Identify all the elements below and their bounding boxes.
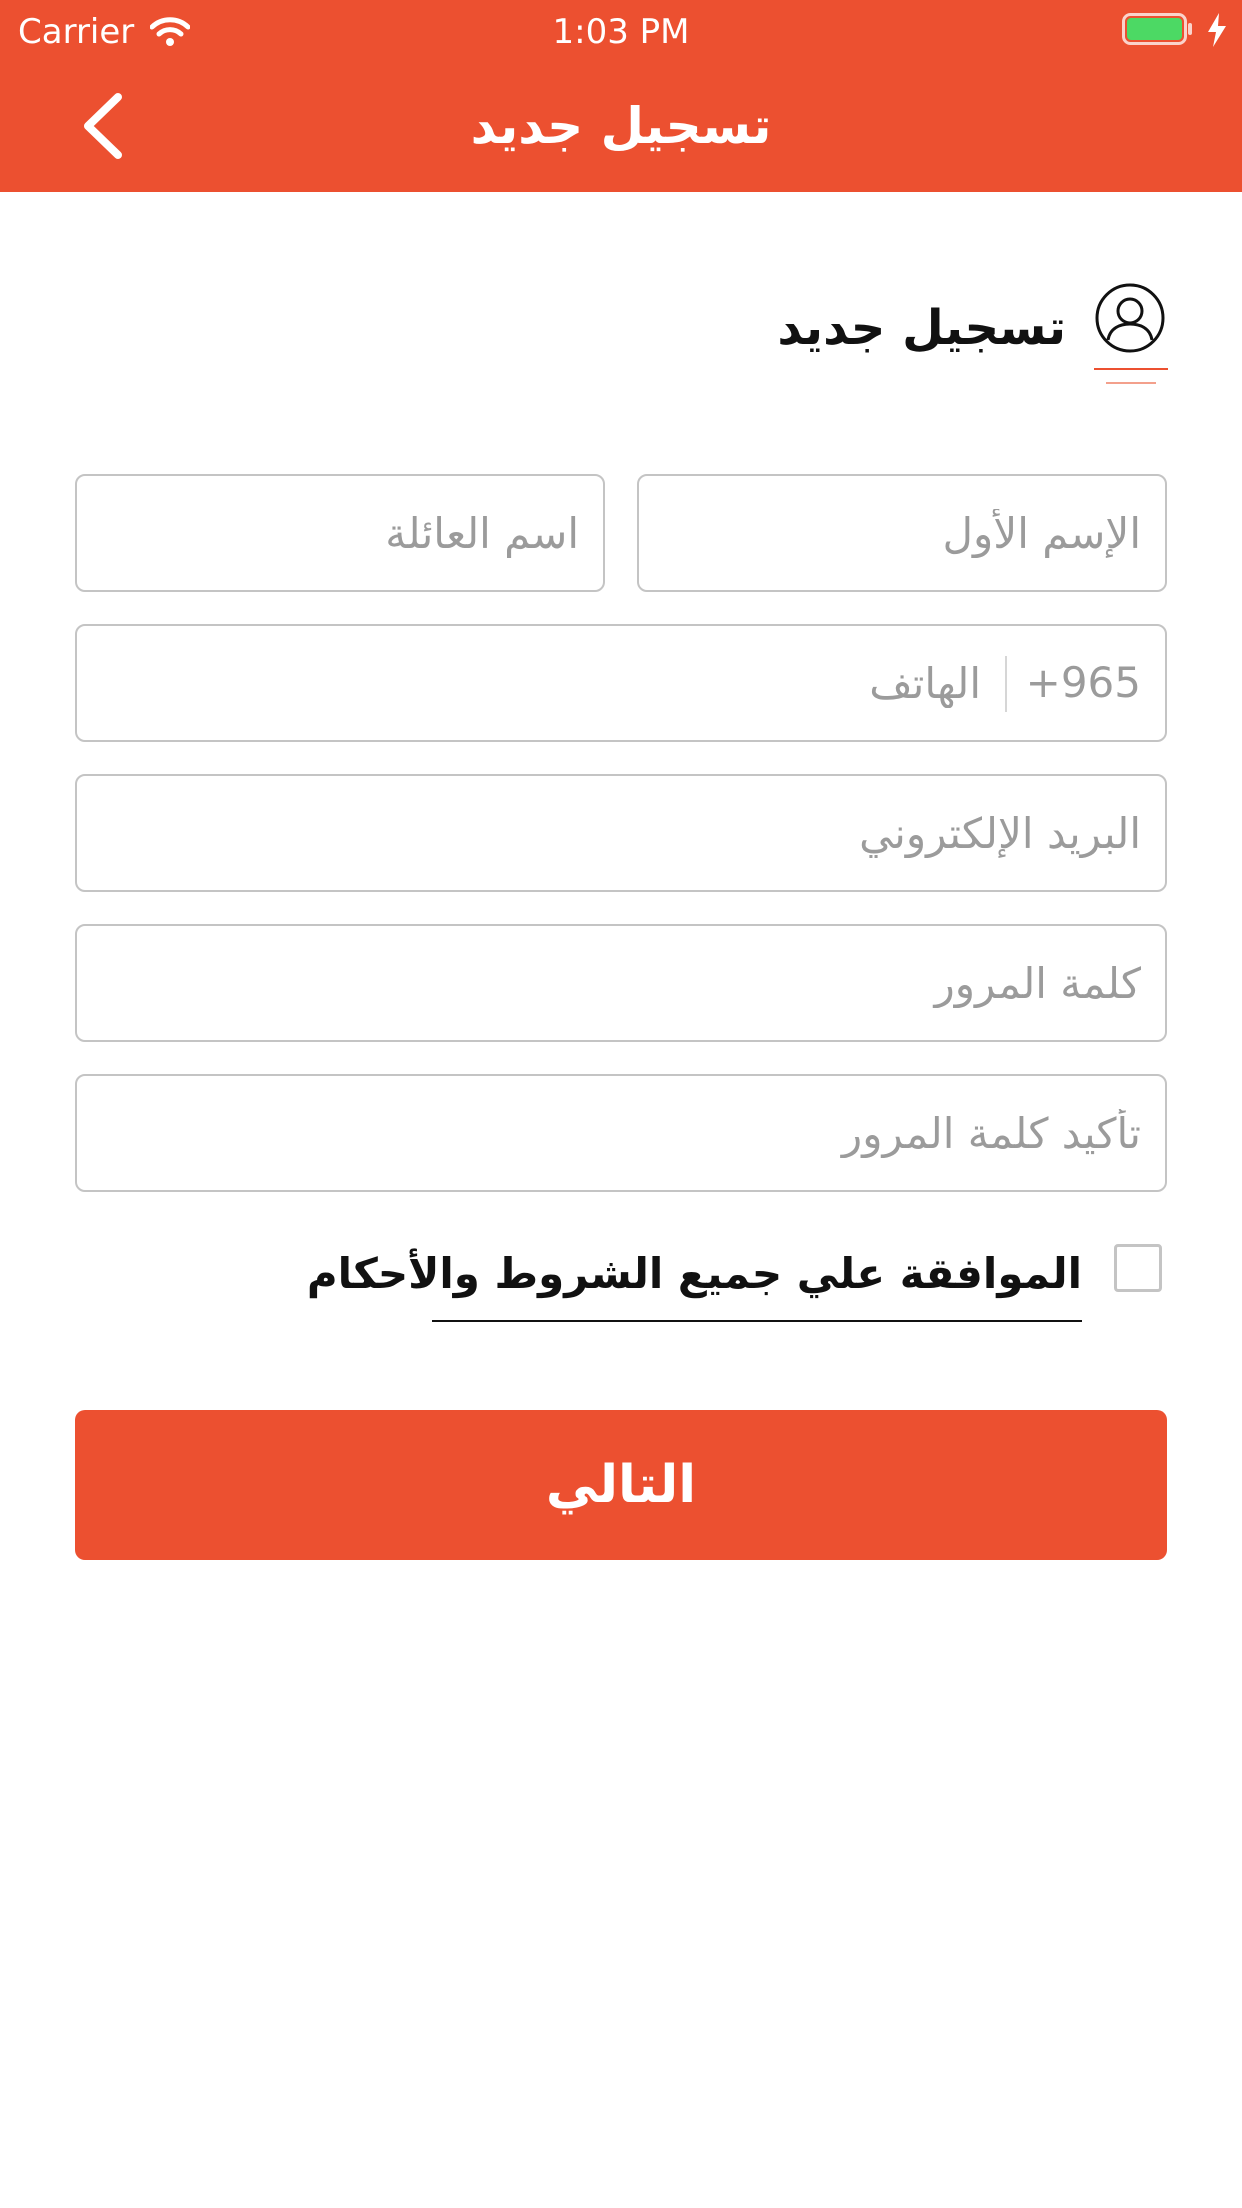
phone-field[interactable]: +965: [75, 624, 1167, 742]
nav-title: تسجيل جديد: [470, 97, 772, 155]
battery-icon: [1122, 13, 1192, 45]
section-title: تسجيل جديد: [777, 300, 1066, 356]
first-name-field[interactable]: [637, 474, 1167, 592]
first-name-input[interactable]: [639, 476, 1165, 590]
status-time: 1:03 PM: [552, 12, 690, 52]
password-field[interactable]: [75, 924, 1167, 1042]
next-button[interactable]: التالي: [75, 1410, 1167, 1560]
top-bar: Carrier 1:03 PM تسجيل جديد: [0, 0, 1242, 192]
confirm-password-input[interactable]: [77, 1076, 1165, 1190]
email-field[interactable]: [75, 774, 1167, 892]
password-input[interactable]: [77, 926, 1165, 1040]
last-name-field[interactable]: [75, 474, 605, 592]
chevron-left-icon: [84, 93, 122, 159]
title-underline-secondary: [1106, 382, 1156, 384]
confirm-password-field[interactable]: [75, 1074, 1167, 1192]
terms-underline: [432, 1320, 1082, 1322]
terms-checkbox[interactable]: [1114, 1244, 1162, 1292]
email-input[interactable]: [77, 776, 1165, 890]
back-button[interactable]: [72, 86, 132, 166]
title-underline: [1094, 368, 1168, 370]
terms-link[interactable]: الموافقة علي جميع الشروط والأحكام: [307, 1244, 1082, 1304]
last-name-input[interactable]: [77, 476, 603, 590]
user-icon: [1095, 283, 1165, 353]
charging-bolt-icon: [1208, 13, 1226, 47]
phone-input[interactable]: [77, 626, 1165, 740]
